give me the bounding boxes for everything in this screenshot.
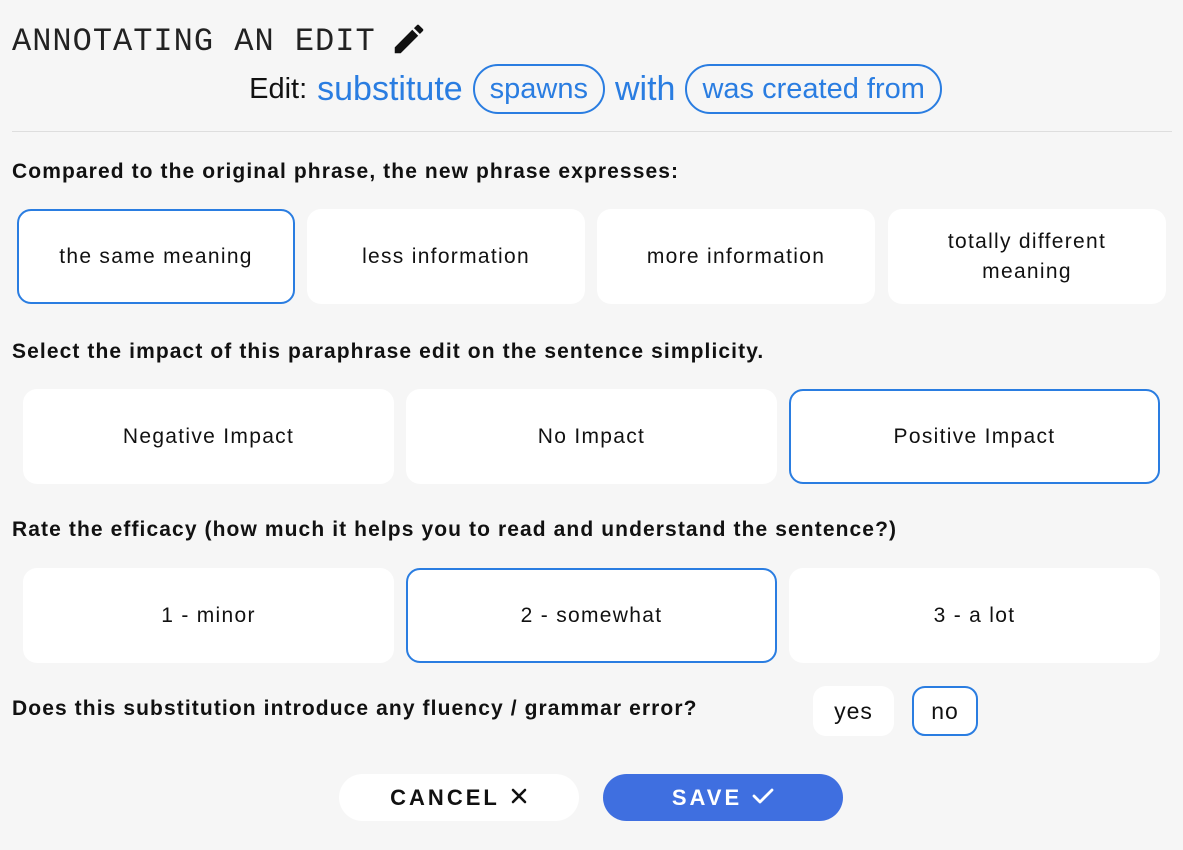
impact-question: Select the impact of this paraphrase edi… <box>12 340 765 363</box>
grammar-question: Does this substitution introduce any flu… <box>12 697 698 720</box>
cancel-button-label: CANCEL <box>390 784 500 810</box>
edit-summary: Edit: substitute spawns with was created… <box>0 64 1183 114</box>
meaning-option-less[interactable]: less information <box>307 209 585 304</box>
grammar-option-no[interactable]: no <box>912 686 978 736</box>
save-button[interactable]: SAVE <box>603 774 843 821</box>
page-title: ANNOTATING AN EDIT <box>12 23 376 60</box>
edit-label: Edit: <box>249 72 308 105</box>
edit-action: substitute <box>317 69 463 108</box>
efficacy-option-minor[interactable]: 1 - minor <box>23 568 394 663</box>
efficacy-question: Rate the efficacy (how much it helps you… <box>12 518 898 541</box>
impact-option-none[interactable]: No Impact <box>406 389 777 484</box>
page-header: ANNOTATING AN EDIT <box>12 20 428 63</box>
close-icon <box>510 786 528 810</box>
impact-option-positive[interactable]: Positive Impact <box>789 389 1160 484</box>
replacement-phrase-pill: was created from <box>685 64 942 114</box>
meaning-option-more[interactable]: more information <box>597 209 875 304</box>
impact-option-negative[interactable]: Negative Impact <box>23 389 394 484</box>
original-phrase-pill: spawns <box>472 64 605 114</box>
efficacy-option-a-lot[interactable]: 3 - a lot <box>789 568 1160 663</box>
pencil-icon <box>390 20 428 63</box>
grammar-option-yes[interactable]: yes <box>813 686 894 736</box>
save-button-label: SAVE <box>671 784 743 810</box>
efficacy-option-somewhat[interactable]: 2 - somewhat <box>406 568 777 663</box>
edit-connector: with <box>615 69 676 108</box>
checkmark-icon <box>752 786 774 810</box>
meaning-option-same[interactable]: the same meaning <box>17 209 295 304</box>
meaning-option-different[interactable]: totally different meaning <box>888 209 1166 304</box>
cancel-button[interactable]: CANCEL <box>339 774 579 821</box>
meaning-question: Compared to the original phrase, the new… <box>12 160 680 183</box>
divider <box>12 131 1172 132</box>
